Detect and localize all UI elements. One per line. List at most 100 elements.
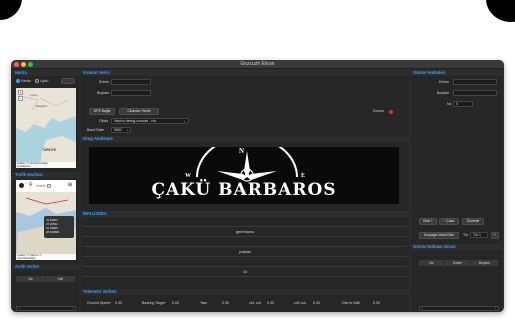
traffic-header: Trafik Haritası bbox=[13, 172, 79, 178]
wp-no-label: No bbox=[447, 102, 452, 106]
map-attribution: Leaflet | © OpenStreetMap contributors bbox=[16, 162, 76, 168]
map-place-3: TÜRKİYE bbox=[42, 148, 56, 152]
gps-connect-button[interactable]: GPS Bağla bbox=[89, 108, 115, 115]
chevron-down-icon: ⌄ bbox=[183, 119, 186, 123]
telemetry-bearing-label: Bearing Target bbox=[142, 301, 166, 305]
type-select[interactable]: Tür 1 bbox=[470, 232, 488, 238]
wp-col-lon: Boylam bbox=[471, 260, 499, 266]
layers-icon[interactable] bbox=[19, 183, 24, 188]
radio-map-label: Harita bbox=[21, 79, 31, 83]
alarm-col-no: No bbox=[16, 276, 46, 282]
waypoint-scrollbar[interactable]: ‹ › bbox=[419, 306, 499, 311]
device-select-value: /dev/cu.debug-console - n/a bbox=[114, 119, 156, 123]
zoom-in-button[interactable]: + bbox=[18, 90, 23, 95]
wp-lon-label: Boylam bbox=[437, 91, 449, 95]
command-row-1[interactable]: gerei konu bbox=[83, 226, 407, 237]
lat-input[interactable] bbox=[111, 79, 151, 85]
wp-lat-input[interactable] bbox=[453, 79, 497, 85]
type-label: Tür bbox=[463, 233, 469, 237]
banner-title: ÇAKÜ BARBAROS bbox=[151, 180, 337, 200]
command-row-3[interactable]: 10 bbox=[83, 266, 407, 277]
coord-tooltip: 41.51603 27.20521 41.02849 28.810584 bbox=[44, 216, 74, 238]
lat-label: Enlem bbox=[99, 80, 110, 84]
telemetry-ch2-label: ch2 out bbox=[294, 301, 306, 305]
scroll-left-icon[interactable]: ‹ bbox=[420, 307, 425, 310]
device-label: Cihaz bbox=[99, 119, 109, 123]
baud-label: Baud Rate bbox=[87, 128, 104, 132]
search-icon[interactable]: ⚲ bbox=[29, 182, 33, 188]
compass-n: N bbox=[239, 147, 245, 155]
camera-header: Grup Ambleme bbox=[81, 136, 409, 142]
telemetry-dist-label: Dist to NAV bbox=[342, 301, 361, 305]
map-attribution-line-2: contributors bbox=[17, 165, 31, 168]
baud-select[interactable]: 9600 ⌄ bbox=[111, 127, 131, 133]
compass-e: E bbox=[301, 173, 306, 179]
telemetry-ground-speed-label: Ground Speed bbox=[87, 301, 111, 305]
window-title: Gozcuzh Ekran bbox=[240, 61, 275, 67]
scroll-left-icon[interactable]: ‹ bbox=[17, 307, 22, 310]
center-panel: Konum Verisi Enlem Boylam GPS Bağla Ciha… bbox=[81, 70, 409, 312]
telemetry-ch1-label: ch1 out bbox=[249, 301, 261, 305]
plus-button[interactable]: + bbox=[491, 232, 499, 239]
telemetry-ground-speed-value: 0.00 bbox=[115, 301, 122, 305]
grid-icon[interactable]: ⊞ bbox=[68, 183, 72, 188]
status-label: Durum bbox=[373, 109, 384, 113]
corner-shape-left bbox=[0, 0, 22, 20]
tooltip-line-4: 28.810584 bbox=[46, 230, 60, 234]
traffic-search-input[interactable]: Search 🔲 bbox=[36, 184, 51, 188]
add-waypoint-button[interactable]: Ekle + bbox=[419, 218, 437, 225]
telemetry-bearing-value: 0.00 bbox=[172, 301, 179, 305]
logo-banner: N W E S ÇAKÜ BARBAROS bbox=[89, 147, 399, 204]
scroll-right-icon[interactable]: › bbox=[70, 307, 75, 310]
traffic-attribution-line-2: OpenStreetMap bbox=[17, 257, 36, 260]
telemetry-yaw-value: 0.00 bbox=[222, 301, 229, 305]
map-land bbox=[16, 88, 76, 168]
radio-satellite-label: Uydu bbox=[40, 79, 49, 83]
wp-no-stepper[interactable]: 0 bbox=[453, 101, 473, 107]
telemetry-ch1-value: 0.00 bbox=[267, 301, 274, 305]
map-view[interactable]: + − Lyson Bulgaria TÜRKİYE Leaflet | © O… bbox=[16, 88, 76, 168]
traffic-map[interactable]: ⚲ Search 🔲 ⊞ 41.51603 27.20521 41.02849 … bbox=[16, 180, 76, 260]
remove-waypoint-button[interactable]: − Çıkar bbox=[439, 218, 459, 225]
wp-lon-input[interactable] bbox=[453, 90, 497, 96]
map-header: Harita bbox=[13, 70, 79, 76]
title-bar: Gozcuzh Ekran bbox=[11, 60, 504, 69]
wp-col-lat: Enlem bbox=[445, 260, 471, 266]
telemetry-yaw-label: Yaw bbox=[200, 301, 207, 305]
traffic-attribution: Leaflet | © Mapbox © OpenStreetMap bbox=[16, 254, 76, 260]
manual-header: Konum Verisi bbox=[81, 70, 409, 76]
chevron-down-icon: ⌄ bbox=[126, 128, 129, 132]
wp-no-value: 0 bbox=[456, 102, 458, 106]
waypoint-table-header: Gönüv Noktası Girası bbox=[411, 244, 502, 250]
corner-shape-right bbox=[486, 0, 515, 22]
baud-select-value: 9600 bbox=[114, 128, 122, 132]
radio-map[interactable] bbox=[16, 79, 20, 83]
wp-col-no: No bbox=[419, 260, 445, 266]
map-place-1: Lyson bbox=[30, 93, 38, 97]
device-select[interactable]: /dev/cu.debug-console - n/a ⌄ bbox=[111, 118, 189, 124]
wp-lat-label: Enlem bbox=[439, 80, 450, 84]
waypoint-header: Gönüv Noktaları bbox=[411, 70, 502, 76]
alarm-header: Anlık Veriler bbox=[13, 264, 79, 270]
zoom-out-button[interactable]: − bbox=[18, 96, 23, 101]
telemetry-header: Telemetri Verileri bbox=[81, 289, 409, 295]
lon-input[interactable] bbox=[111, 90, 151, 96]
map-refresh-button[interactable] bbox=[61, 78, 75, 84]
compass-w: W bbox=[185, 173, 191, 179]
command-row-2[interactable]: pukola bbox=[83, 246, 407, 257]
right-panel: Gönüv Noktaları Enlem Boylam No 0 Ekle +… bbox=[411, 70, 502, 312]
scroll-right-icon[interactable]: › bbox=[493, 307, 498, 310]
alarm-scrollbar[interactable]: ‹ › bbox=[16, 306, 76, 311]
app-window: Gozcuzh Ekran Harita Harita Uydu + − Lys… bbox=[11, 60, 504, 312]
refresh-ports-button[interactable]: Cihazları Yenile bbox=[119, 108, 159, 115]
radio-satellite[interactable] bbox=[35, 79, 39, 83]
commands-header: İNFLUXDEX bbox=[81, 211, 409, 217]
type-select-value: Tür 1 bbox=[473, 233, 481, 237]
map-place-2: Bulgaria bbox=[36, 104, 48, 108]
telemetry-row: Ground Speed 0.00 Bearing Target 0.00 Ya… bbox=[87, 301, 407, 307]
edit-waypoint-button[interactable]: Düzenle bbox=[462, 218, 484, 225]
send-to-file-button[interactable]: Dosyaya Verisi Ekle bbox=[419, 232, 459, 239]
left-panel: Harita Harita Uydu + − Lyson Bulgaria TÜ… bbox=[13, 70, 79, 312]
telemetry-dist-value: 0.00 bbox=[373, 301, 380, 305]
lon-label: Boylam bbox=[97, 91, 109, 95]
